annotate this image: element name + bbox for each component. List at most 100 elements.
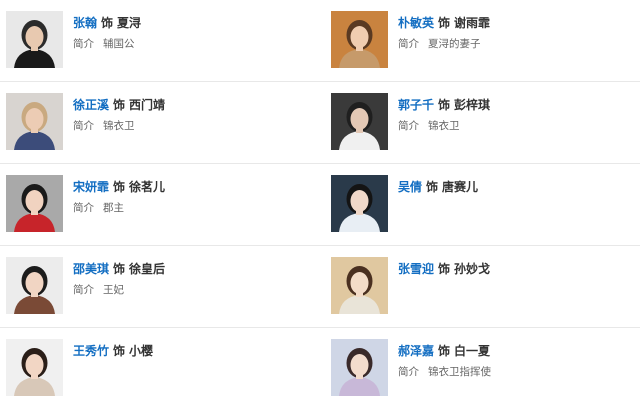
cast-item: 郝泽嘉饰白一夏 简介 锦衣卫指挥使 bbox=[325, 328, 625, 408]
actor-name-link[interactable]: 徐正溪 bbox=[73, 98, 109, 112]
intro-line: 简介 郡主 bbox=[73, 200, 124, 215]
portrait-image bbox=[331, 339, 388, 396]
portrait-image bbox=[331, 257, 388, 314]
role-name: 谢雨霏 bbox=[454, 16, 491, 30]
cast-item: 徐正溪饰西门靖 简介 锦衣卫 bbox=[0, 82, 300, 164]
role-name: 小樱 bbox=[129, 344, 154, 358]
cast-row: 徐正溪饰西门靖 简介 锦衣卫 郭子千饰彭梓琪 简介 锦衣卫 bbox=[0, 81, 640, 163]
role-separator: 饰 bbox=[438, 262, 451, 276]
role-name: 徐皇后 bbox=[129, 262, 166, 276]
intro-text: 郡主 bbox=[103, 202, 124, 214]
actor-photo[interactable] bbox=[331, 175, 388, 232]
intro-line bbox=[398, 282, 407, 294]
actor-photo[interactable] bbox=[6, 175, 63, 232]
cast-name-line: 邵美琪饰徐皇后 bbox=[73, 260, 165, 277]
cast-name-line: 郭子千饰彭梓琪 bbox=[398, 96, 490, 113]
actor-name-link[interactable]: 邵美琪 bbox=[73, 262, 109, 276]
intro-line: 简介 王妃 bbox=[73, 282, 124, 297]
intro-line: 简介 辅国公 bbox=[73, 36, 135, 51]
role-separator: 饰 bbox=[438, 344, 451, 358]
actor-name-link[interactable]: 王秀竹 bbox=[73, 344, 109, 358]
cast-name-line: 郝泽嘉饰白一夏 bbox=[398, 342, 490, 359]
portrait-image bbox=[6, 93, 63, 150]
portrait-image bbox=[331, 93, 388, 150]
actor-name-link[interactable]: 郭子千 bbox=[398, 98, 434, 112]
actor-name-link[interactable]: 张雪迎 bbox=[398, 262, 434, 276]
intro-line: 简介 锦衣卫指挥使 bbox=[398, 364, 491, 379]
cast-row: 邵美琪饰徐皇后 简介 王妃 张雪迎饰孙妙戈 bbox=[0, 245, 640, 327]
role-separator: 饰 bbox=[113, 344, 126, 358]
intro-text: 锦衣卫 bbox=[103, 120, 135, 132]
portrait-image bbox=[6, 339, 63, 396]
role-name: 白一夏 bbox=[454, 344, 491, 358]
cast-row: 王秀竹饰小樱 郝泽嘉饰白一夏 简介 锦衣卫指挥使 bbox=[0, 327, 640, 408]
cast-item: 张翰饰夏浔 简介 辅国公 bbox=[0, 0, 300, 82]
actor-photo[interactable] bbox=[6, 11, 63, 68]
intro-label: 简介 bbox=[398, 120, 419, 132]
cast-item: 朴敏英饰谢雨霏 简介 夏浔的妻子 bbox=[325, 0, 625, 82]
intro-line: 简介 锦衣卫 bbox=[73, 118, 135, 133]
cast-name-line: 吴倩饰唐赛儿 bbox=[398, 178, 478, 195]
intro-label: 简介 bbox=[73, 38, 94, 50]
cast-item: 邵美琪饰徐皇后 简介 王妃 bbox=[0, 246, 300, 328]
cast-item: 张雪迎饰孙妙戈 bbox=[325, 246, 625, 328]
cast-name-line: 王秀竹饰小樱 bbox=[73, 342, 153, 359]
role-name: 彭梓琪 bbox=[454, 98, 491, 112]
intro-text: 锦衣卫指挥使 bbox=[428, 366, 491, 378]
role-separator: 饰 bbox=[113, 98, 126, 112]
portrait-image bbox=[6, 257, 63, 314]
cast-row: 宋妍霏饰徐茗儿 简介 郡主 吴倩饰唐赛儿 bbox=[0, 163, 640, 245]
portrait-image bbox=[331, 175, 388, 232]
cast-item: 吴倩饰唐赛儿 bbox=[325, 164, 625, 246]
intro-text: 王妃 bbox=[103, 284, 124, 296]
intro-label: 简介 bbox=[73, 202, 94, 214]
actor-photo[interactable] bbox=[6, 339, 63, 396]
actor-photo[interactable] bbox=[331, 339, 388, 396]
actor-photo[interactable] bbox=[331, 11, 388, 68]
cast-item: 宋妍霏饰徐茗儿 简介 郡主 bbox=[0, 164, 300, 246]
intro-text: 夏浔的妻子 bbox=[428, 38, 481, 50]
actor-photo[interactable] bbox=[331, 257, 388, 314]
role-separator: 饰 bbox=[426, 180, 439, 194]
role-separator: 饰 bbox=[113, 262, 126, 276]
actor-name-link[interactable]: 朴敏英 bbox=[398, 16, 434, 30]
intro-label: 简介 bbox=[398, 366, 419, 378]
role-name: 西门靖 bbox=[129, 98, 166, 112]
role-name: 唐赛儿 bbox=[442, 180, 479, 194]
cast-item: 郭子千饰彭梓琪 简介 锦衣卫 bbox=[325, 82, 625, 164]
role-separator: 饰 bbox=[438, 16, 451, 30]
actor-photo[interactable] bbox=[331, 93, 388, 150]
portrait-image bbox=[331, 11, 388, 68]
role-name: 徐茗儿 bbox=[129, 180, 166, 194]
intro-text: 锦衣卫 bbox=[428, 120, 460, 132]
cast-name-line: 宋妍霏饰徐茗儿 bbox=[73, 178, 165, 195]
cast-name-line: 徐正溪饰西门靖 bbox=[73, 96, 165, 113]
role-name: 夏浔 bbox=[117, 16, 142, 30]
cast-row: 张翰饰夏浔 简介 辅国公 朴敏英饰谢雨霏 简介 夏浔的妻子 bbox=[0, 0, 640, 81]
intro-line: 简介 夏浔的妻子 bbox=[398, 36, 481, 51]
cast-name-line: 朴敏英饰谢雨霏 bbox=[398, 14, 490, 31]
actor-name-link[interactable]: 张翰 bbox=[73, 16, 97, 30]
intro-label: 简介 bbox=[73, 284, 94, 296]
actor-photo[interactable] bbox=[6, 93, 63, 150]
intro-label: 简介 bbox=[73, 120, 94, 132]
role-separator: 饰 bbox=[101, 16, 114, 30]
intro-text: 辅国公 bbox=[103, 38, 135, 50]
actor-name-link[interactable]: 宋妍霏 bbox=[73, 180, 109, 194]
actor-name-link[interactable]: 郝泽嘉 bbox=[398, 344, 434, 358]
actor-name-link[interactable]: 吴倩 bbox=[398, 180, 422, 194]
actor-photo[interactable] bbox=[6, 257, 63, 314]
cast-name-line: 张雪迎饰孙妙戈 bbox=[398, 260, 490, 277]
intro-line: 简介 锦衣卫 bbox=[398, 118, 460, 133]
cast-name-line: 张翰饰夏浔 bbox=[73, 14, 141, 31]
role-name: 孙妙戈 bbox=[454, 262, 491, 276]
intro-label: 简介 bbox=[398, 38, 419, 50]
role-separator: 饰 bbox=[113, 180, 126, 194]
portrait-image bbox=[6, 175, 63, 232]
intro-line bbox=[398, 200, 407, 212]
intro-line bbox=[73, 364, 82, 376]
cast-list: 张翰饰夏浔 简介 辅国公 朴敏英饰谢雨霏 简介 夏浔的妻子 徐正溪饰西门靖 简介 锦衣… bbox=[0, 0, 640, 408]
role-separator: 饰 bbox=[438, 98, 451, 112]
cast-item: 王秀竹饰小樱 bbox=[0, 328, 300, 408]
portrait-image bbox=[6, 11, 63, 68]
